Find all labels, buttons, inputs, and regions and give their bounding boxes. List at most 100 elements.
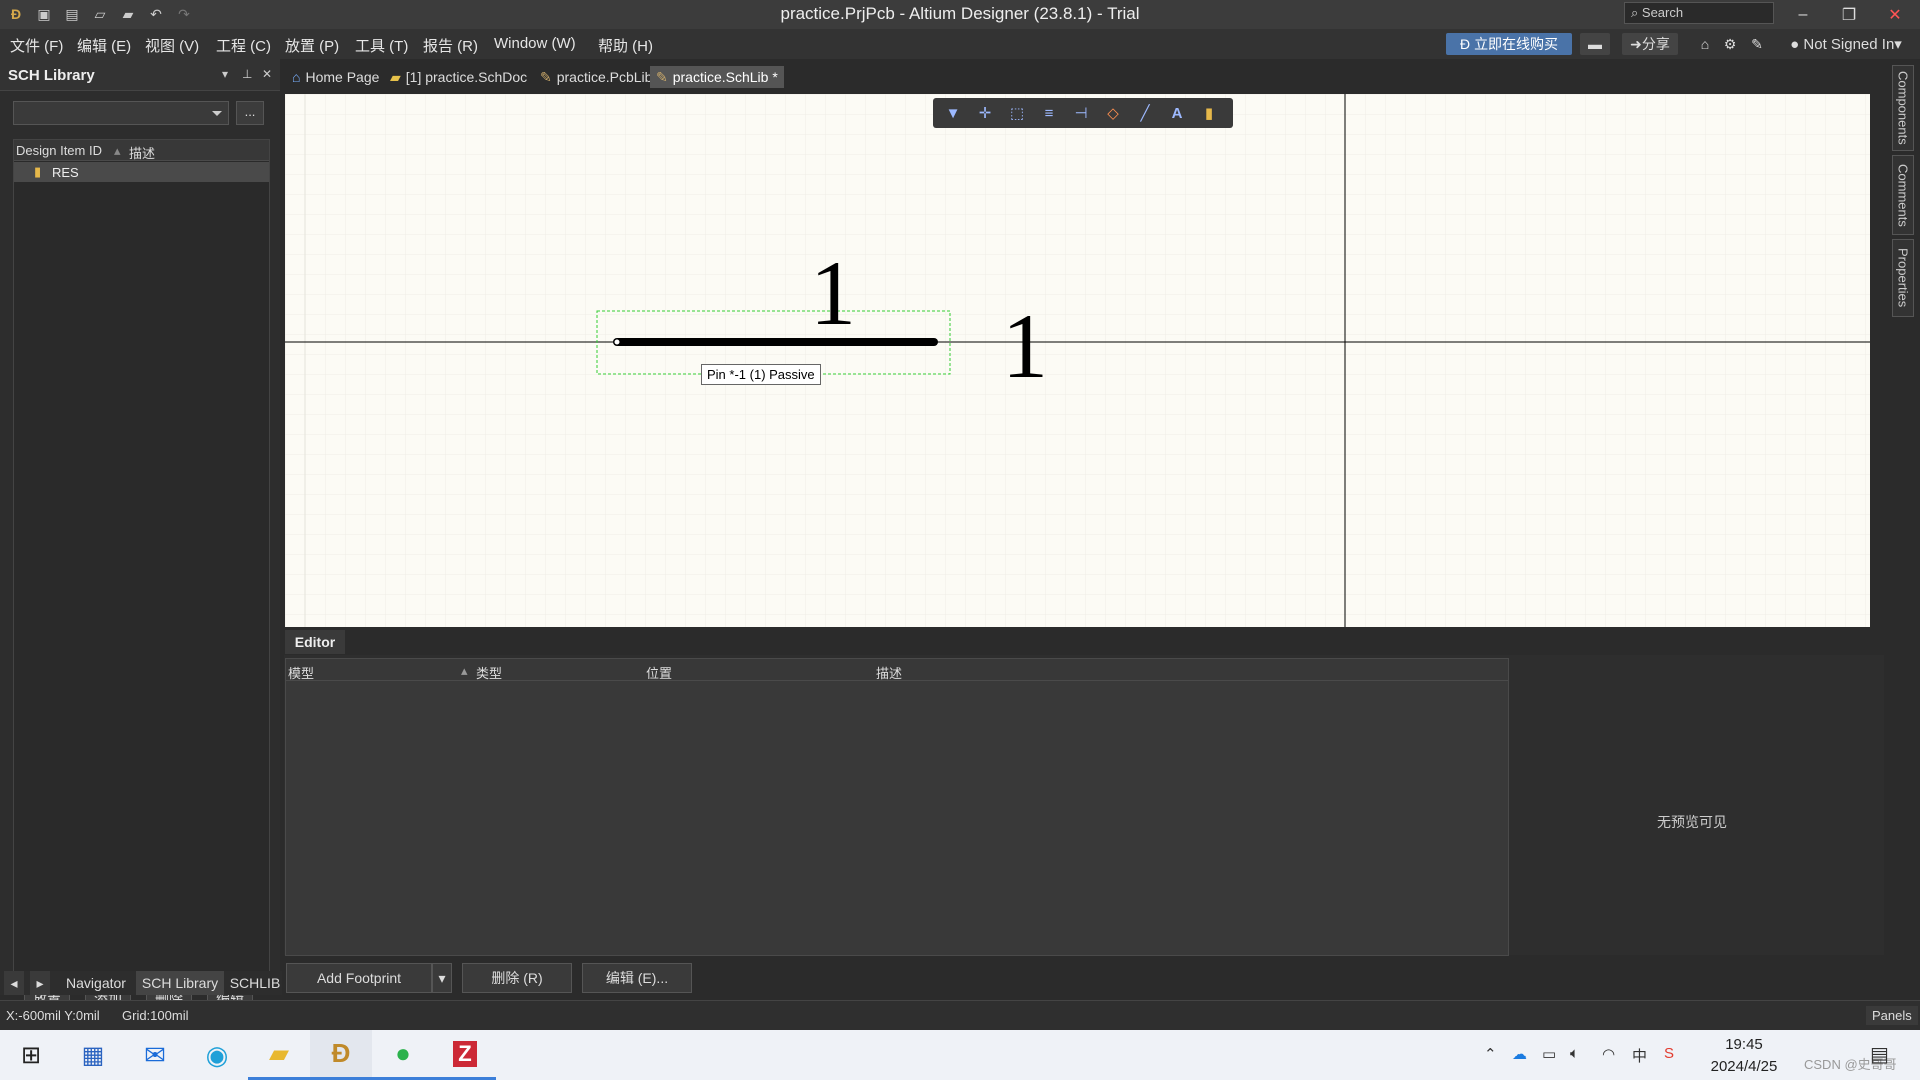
filter-icon[interactable]: ▼ bbox=[941, 101, 965, 125]
tab-schlib-doc[interactable]: ✎ practice.SchLib * bbox=[650, 66, 784, 88]
store-icon[interactable]: ▦ bbox=[62, 1030, 124, 1080]
tab-schlib[interactable]: SCHLIB bbox=[228, 971, 282, 995]
edit-model-button[interactable]: 编辑 (E)... bbox=[582, 963, 692, 993]
pin-hotspot bbox=[613, 338, 621, 346]
tab-scroll-left-icon[interactable]: ◂ bbox=[4, 971, 24, 995]
column-type[interactable]: 类型 bbox=[476, 663, 502, 682]
sogou-icon[interactable]: S bbox=[1664, 1045, 1674, 1062]
pin-name: 1 bbox=[1002, 295, 1048, 397]
feedback-icon[interactable]: ▬ bbox=[1580, 33, 1610, 55]
tab-sch-library[interactable]: SCH Library bbox=[136, 971, 224, 995]
list-item[interactable]: ▮ RES bbox=[14, 162, 269, 182]
panel-title: SCH Library bbox=[8, 67, 95, 84]
tab-home-page[interactable]: ⌂ Home Page bbox=[286, 66, 385, 88]
file-explorer-icon[interactable]: ▰ bbox=[248, 1030, 310, 1080]
panel-close-icon[interactable]: ✕ bbox=[262, 67, 272, 81]
start-icon[interactable]: ⊞ bbox=[0, 1030, 62, 1080]
tab-comments[interactable]: Comments bbox=[1892, 155, 1914, 235]
menu-window[interactable]: Window (W) bbox=[494, 35, 576, 52]
component-icon: ▮ bbox=[34, 164, 42, 179]
menu-help[interactable]: 帮助 (H) bbox=[598, 35, 653, 56]
menu-place[interactable]: 放置 (P) bbox=[285, 35, 339, 56]
altium-small-icon: Ð bbox=[1459, 36, 1471, 52]
account-menu[interactable]: ● Not Signed In ▾ bbox=[1778, 33, 1914, 55]
chevron-down-icon: ▾ bbox=[1894, 36, 1902, 53]
document-tabs: ⌂ Home Page ▰ [1] practice.SchDoc ✎ practic… bbox=[284, 62, 1874, 92]
schematic-canvas[interactable]: 1 1 ▼ ✛ ⬚ ≡ ⊣ ◇ ╱ A ▮ Pin *-1 (1) Passiv… bbox=[285, 94, 1870, 627]
home-icon[interactable]: ⌂ bbox=[1694, 33, 1716, 55]
clock-date[interactable]: 2024/4/25 bbox=[1704, 1058, 1784, 1075]
menu-reports[interactable]: 报告 (R) bbox=[423, 35, 478, 56]
chevron-up-icon[interactable]: ⌃ bbox=[1484, 1045, 1497, 1063]
pin-designator: 1 bbox=[810, 242, 856, 344]
handshake-icon[interactable]: ✎ bbox=[1746, 33, 1768, 55]
menu-file[interactable]: 文件 (F) bbox=[10, 35, 63, 56]
no-preview-text: 无预览可见 bbox=[1657, 814, 1727, 830]
add-footprint-button[interactable]: Add Footprint bbox=[286, 963, 432, 993]
align-icon[interactable]: ≡ bbox=[1037, 101, 1061, 125]
ime-icon[interactable]: 中 bbox=[1632, 1045, 1647, 1066]
component-icon[interactable]: ▮ bbox=[1197, 101, 1221, 125]
column-description[interactable]: 描述 bbox=[876, 663, 902, 682]
zotero-icon[interactable]: Z bbox=[434, 1030, 496, 1080]
menu-view[interactable]: 视图 (V) bbox=[145, 35, 199, 56]
search-input[interactable]: ⌕ Search bbox=[1624, 2, 1774, 24]
pin-icon[interactable]: ⊥ bbox=[242, 67, 252, 81]
home-icon: ⌂ bbox=[292, 69, 301, 85]
menu-edit[interactable]: 编辑 (E) bbox=[77, 35, 131, 56]
wechat-icon[interactable]: ● bbox=[372, 1030, 434, 1080]
tab-properties[interactable]: Properties bbox=[1892, 239, 1914, 317]
active-bar-toolbar: ▼ ✛ ⬚ ≡ ⊣ ◇ ╱ A ▮ bbox=[933, 98, 1233, 128]
delete-model-button[interactable]: 删除 (R) bbox=[462, 963, 572, 993]
user-icon: ● bbox=[1790, 35, 1804, 53]
edge-icon[interactable]: ◉ bbox=[186, 1030, 248, 1080]
eraser-icon[interactable]: ◇ bbox=[1101, 101, 1125, 125]
tab-scroll-right-icon[interactable]: ▸ bbox=[30, 971, 50, 995]
cross-move-icon[interactable]: ✛ bbox=[973, 101, 997, 125]
column-location[interactable]: 位置 bbox=[646, 663, 672, 682]
editor-panel: 模型 ▴ 类型 位置 描述 无预览可见 bbox=[284, 655, 1884, 956]
select-rect-icon[interactable]: ⬚ bbox=[1005, 101, 1029, 125]
clock-time[interactable]: 19:45 bbox=[1712, 1036, 1776, 1053]
component-id: RES bbox=[52, 165, 79, 180]
mail-icon[interactable]: ✉ bbox=[124, 1030, 186, 1080]
battery-icon[interactable]: ▭ bbox=[1542, 1045, 1556, 1063]
volume-icon[interactable]: 🔈︎ bbox=[1570, 1045, 1579, 1062]
place-pin-icon[interactable]: ⊣ bbox=[1069, 101, 1093, 125]
tab-pcblib[interactable]: ✎ practice.PcbLib bbox=[534, 66, 658, 88]
tab-components[interactable]: Components bbox=[1892, 65, 1914, 151]
windows-taskbar: ⊞ ▦ ✉ ◉ ▰ Ð ● Z ⌃ ☁ ▭ 🔈︎ ◠ 中 S 19:45 202… bbox=[0, 1030, 1920, 1080]
share-button[interactable]: ➜ 分享 bbox=[1622, 33, 1678, 55]
tab-schdoc[interactable]: ▰ [1] practice.SchDoc bbox=[384, 66, 533, 88]
status-bar: X:-600mil Y:0mil Grid:100mil Panels bbox=[0, 1000, 1920, 1030]
line-icon[interactable]: ╱ bbox=[1133, 101, 1157, 125]
tab-label: practice.SchLib * bbox=[672, 69, 778, 85]
panels-button[interactable]: Panels bbox=[1866, 1006, 1918, 1025]
title-bar: Ð ▣ ▤ ▱ ▰ ↶ ↷ practice.PrjPcb - Altium D… bbox=[0, 0, 1920, 29]
list-header: Design Item ID ▴ 描述 bbox=[14, 140, 269, 161]
gear-icon[interactable]: ⚙ bbox=[1719, 33, 1741, 55]
buy-online-button[interactable]: Ð 立即在线购买 bbox=[1446, 33, 1572, 55]
more-button[interactable]: ... bbox=[236, 101, 264, 125]
notification-icon[interactable]: ▤ bbox=[1870, 1042, 1889, 1067]
add-model-dropdown-icon[interactable]: ▾ bbox=[432, 963, 452, 993]
column-design-item-id[interactable]: Design Item ID bbox=[16, 143, 102, 158]
column-model[interactable]: 模型 bbox=[288, 663, 314, 682]
restore-button[interactable]: ❐ bbox=[1826, 0, 1872, 29]
sort-icon: ▴ bbox=[461, 663, 468, 678]
altium-icon[interactable]: Ð bbox=[310, 1030, 372, 1080]
menu-tools[interactable]: 工具 (T) bbox=[355, 35, 408, 56]
editor-tab[interactable]: Editor bbox=[285, 630, 345, 654]
account-label: Not Signed In bbox=[1803, 35, 1895, 53]
tab-navigator[interactable]: Navigator bbox=[60, 971, 132, 995]
wifi-icon[interactable]: ◠ bbox=[1602, 1045, 1615, 1063]
minimize-button[interactable]: ‒ bbox=[1780, 0, 1826, 29]
column-description[interactable]: 描述 bbox=[129, 143, 155, 162]
onedrive-icon[interactable]: ☁ bbox=[1512, 1045, 1527, 1063]
buy-label: 立即在线购买 bbox=[1474, 36, 1559, 52]
text-icon[interactable]: A bbox=[1165, 101, 1189, 125]
panel-menu-icon[interactable]: ▾ bbox=[222, 67, 228, 81]
close-button[interactable]: ✕ bbox=[1872, 0, 1918, 29]
library-filter-dropdown[interactable] bbox=[13, 101, 229, 125]
menu-project[interactable]: 工程 (C) bbox=[216, 35, 271, 56]
